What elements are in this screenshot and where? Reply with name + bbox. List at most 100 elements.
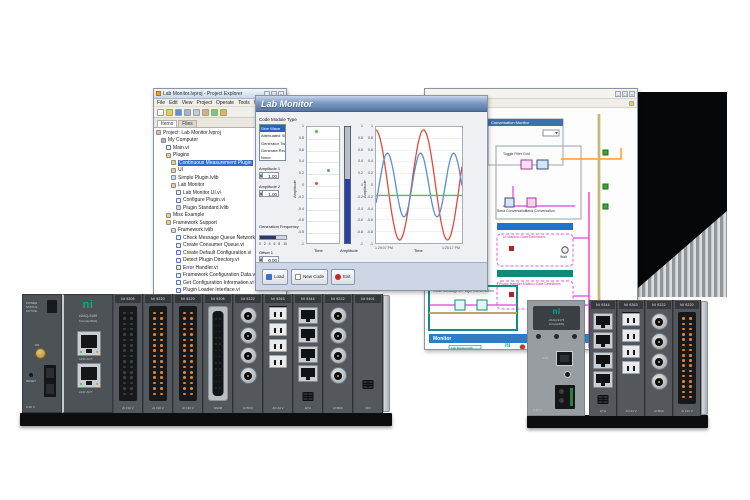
save-icon[interactable]: [175, 109, 182, 116]
tab-items[interactable]: Items: [157, 120, 177, 127]
load-icon: [266, 274, 272, 280]
numeric-amplitude-2[interactable]: Amplitude 2 1.00: [259, 184, 289, 197]
tree-item-label: Framework Configuration Data.vi: [183, 272, 256, 278]
copy-icon[interactable]: [193, 109, 200, 116]
close-button[interactable]: ×: [629, 91, 635, 97]
menu-item-view[interactable]: View: [182, 100, 193, 106]
data-point: [315, 130, 318, 133]
axis-tick-label: -0.8: [362, 230, 373, 234]
numeric-label: Amplitude 1: [259, 166, 289, 171]
axis-tick-label: 0.2: [293, 171, 304, 175]
gridline: [307, 186, 339, 187]
io-module-ni-9222: NI 9222AI BNC: [233, 294, 263, 413]
listbox-item[interactable]: Generate Rectangle: [260, 147, 285, 154]
ni-logo: ni: [533, 307, 580, 316]
led: [572, 334, 577, 339]
reset-label: RESET: [26, 379, 36, 383]
numeric-value[interactable]: 1.00: [263, 190, 279, 197]
section-2-label: Plugin Handler Mailbox Data Definitions: [499, 282, 561, 286]
axis-tick-label: 0.6: [293, 148, 304, 152]
axis-tick-label: -0.2: [293, 195, 304, 199]
lib-icon: [171, 175, 176, 180]
monitor-loop-label: Monitor: [433, 336, 451, 342]
maximize-button[interactable]: □: [622, 91, 628, 97]
tree-item-label: Plugin Standard.lvlib: [183, 205, 229, 211]
new-file-icon[interactable]: [157, 109, 164, 116]
io-module-ni-9344: NI 9344ETH: [589, 300, 617, 416]
slider-tick-label: 10: [283, 242, 287, 246]
waveform-chart: [375, 126, 463, 244]
ethernet-port-1: [77, 331, 101, 356]
minimize-button[interactable]: –: [615, 91, 621, 97]
computer-icon: [161, 138, 166, 143]
tree-item-label: Create Consumer Queue.vi: [183, 242, 244, 248]
antenna-connector: [35, 348, 46, 359]
xy-chart: [306, 126, 340, 244]
module-footer-label: DSUB: [204, 404, 232, 412]
antenna-label: W1: [35, 343, 40, 347]
new-code-icon: [295, 274, 301, 280]
axis-tick-label: 0.6: [362, 148, 373, 152]
folder-open-icon[interactable]: [166, 109, 173, 116]
chassis-base: [20, 413, 392, 426]
folder-icon: [166, 213, 171, 218]
tab-files[interactable]: Files: [178, 120, 197, 127]
chassis-end-cap: [701, 301, 708, 415]
front-panel-titlebar[interactable]: Lab Monitor: [256, 96, 487, 112]
module-model-label: NI 9222: [325, 295, 351, 303]
tree-item-label: Continuous Measurement Plugin: [178, 160, 253, 166]
axis-tick-label: -1: [362, 242, 373, 246]
port-label: LINK ACT: [79, 357, 92, 361]
bnc4-connector: [234, 304, 262, 403]
cut-icon[interactable]: [184, 109, 191, 116]
ni-logo-icon: ni: [505, 343, 510, 349]
slider-tick-label: 4: [269, 242, 271, 246]
menu-item-edit[interactable]: Edit: [169, 100, 178, 106]
gridline: [307, 174, 339, 175]
listbox-item[interactable]: None: [260, 154, 285, 161]
menu-item-operate[interactable]: Operate: [216, 100, 234, 106]
screw-orange-connector: [174, 304, 202, 403]
exit-button[interactable]: Exit: [331, 269, 355, 285]
code-module-listbox[interactable]: Sine WaveAttenuated SineGenerator TwoGen…: [259, 124, 286, 161]
module-footer-label: AI BNC: [646, 407, 672, 415]
folder-icon: [171, 183, 176, 188]
folder-icon[interactable]: [629, 101, 634, 106]
tank-indicator: [344, 126, 351, 244]
listbox-item[interactable]: Generator Two: [260, 140, 285, 147]
listbox-item[interactable]: Sine Wave: [260, 125, 285, 132]
menu-item-project[interactable]: Project: [196, 100, 212, 106]
new-code-button[interactable]: New Code: [291, 269, 328, 285]
wait-label: Wait: [560, 255, 567, 259]
end-timestamp: 1:25:17 PM: [442, 246, 460, 250]
exit-icon: [335, 274, 341, 280]
axis-tick-label: -0.2: [362, 195, 373, 199]
tank-fill: [345, 179, 350, 243]
paste-icon[interactable]: [202, 109, 209, 116]
axis-tick-label: 0.8: [362, 136, 373, 140]
load-button[interactable]: Load: [262, 269, 288, 285]
bnc4-connector: [324, 304, 352, 403]
menu-item-tools[interactable]: Tools: [238, 100, 250, 106]
generation-frequency-slider[interactable]: [259, 235, 287, 240]
gridline: [307, 210, 339, 211]
listbox-item[interactable]: Attenuated Sine: [260, 132, 285, 139]
listbox-label: Code Module Type: [259, 117, 297, 122]
node-label: Send Conversation: [525, 209, 555, 213]
module-model-label: NI 9263: [619, 301, 643, 309]
tree-item-label: Misc Example: [173, 212, 204, 218]
module-footer-label: AI ±10 V: [174, 404, 202, 412]
refresh-icon[interactable]: [211, 109, 218, 116]
module-footer-label: AI BNC: [234, 404, 262, 412]
help-icon[interactable]: [220, 109, 227, 116]
tree-item-label: Lab Monitor: [178, 182, 204, 188]
vi-icon: [176, 190, 181, 195]
module-model-label: NI 9220: [175, 295, 201, 303]
axis-tick-label: -0.6: [362, 218, 373, 222]
screw-orange-connector: [144, 304, 172, 403]
numeric-amplitude-1[interactable]: Amplitude 1 1.00: [259, 166, 289, 179]
numeric-value[interactable]: 1.00: [263, 172, 279, 179]
menu-item-file[interactable]: File: [157, 100, 165, 106]
frame-label: Toggle Filter Grid: [503, 152, 530, 156]
vi-icon: [176, 243, 181, 248]
